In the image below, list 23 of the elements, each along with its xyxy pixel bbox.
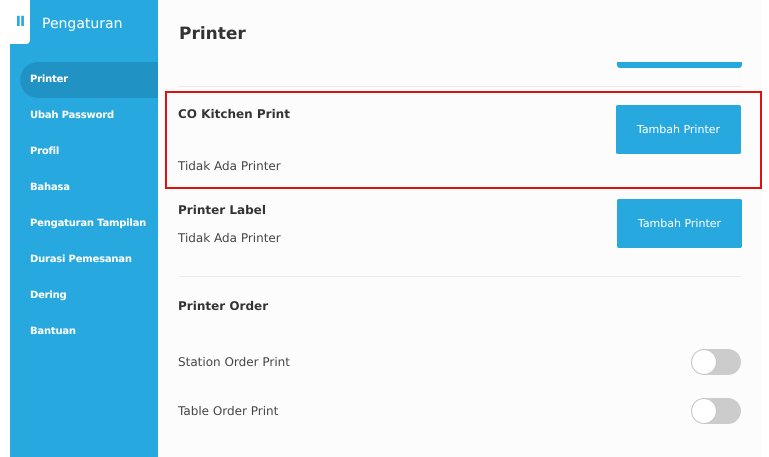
add-printer-button[interactable]: Tambah Printer: [617, 199, 742, 248]
toggle-switch[interactable]: [691, 398, 741, 424]
menu-toggle[interactable]: II: [10, 0, 30, 44]
sidebar-item[interactable]: Bahasa: [20, 170, 158, 206]
page-title: Printer: [178, 23, 247, 46]
sidebar-item[interactable]: Printer: [20, 62, 158, 98]
sidebar-item[interactable]: Durasi Pemesanan: [20, 242, 158, 278]
toggle-label: Table Order Print: [178, 404, 278, 418]
button-edge[interactable]: [617, 62, 742, 68]
section-title: Printer Order: [178, 299, 270, 313]
toggle-label: Station Order Print: [178, 354, 290, 368]
sidebar-item[interactable]: Ubah Password: [20, 98, 158, 134]
section-title: Printer Label: [178, 202, 267, 216]
printer-status: Tidak Ada Printer: [178, 230, 281, 244]
sidebar-item[interactable]: Profil: [20, 134, 158, 170]
toggle-switch[interactable]: [691, 348, 741, 374]
sidebar-item[interactable]: Dering: [20, 278, 158, 314]
sidebar-item[interactable]: Pengaturan Tampilan: [20, 206, 158, 242]
printer-status: Tidak Ada Printer: [178, 159, 282, 173]
sidebar-title: Pengaturan: [42, 16, 122, 32]
sidebar-item[interactable]: Bantuan: [20, 314, 158, 350]
add-printer-button[interactable]: Tambah Printer: [616, 105, 741, 154]
section-title: CO Kitchen Print: [178, 107, 290, 121]
